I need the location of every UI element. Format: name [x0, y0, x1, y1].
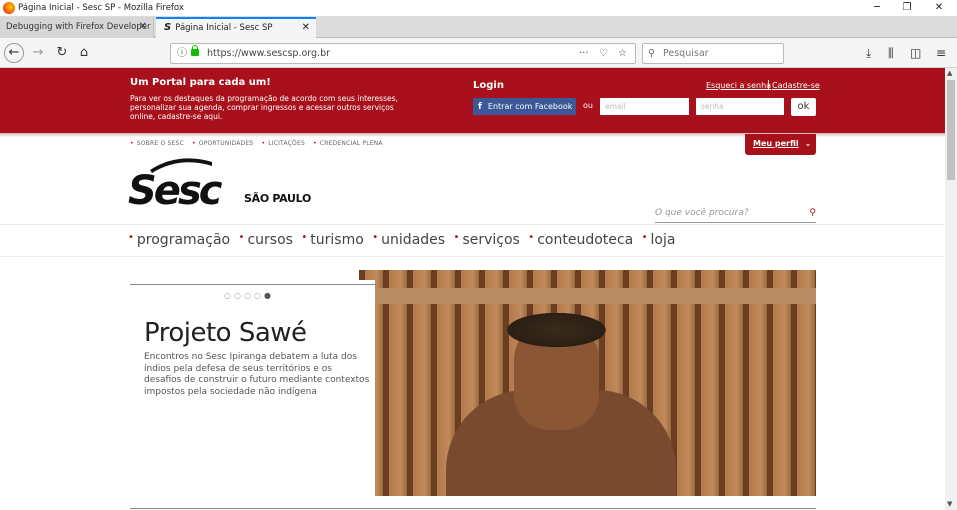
- top-link-credencial[interactable]: • CREDENCIAL PLENA: [313, 140, 383, 147]
- window-title: Página Inicial - Sesc SP - Mozilla Firef…: [18, 3, 184, 13]
- tab-label: Debugging with Firefox Developer T: [6, 22, 154, 32]
- menu-item-loja[interactable]: • loja: [642, 232, 676, 248]
- scroll-up-icon[interactable]: ▲: [947, 69, 952, 77]
- chevron-down-icon: ⌄: [804, 139, 812, 148]
- portal-description: Para ver os destaques da programação de …: [130, 94, 398, 121]
- firefox-logo-icon: [3, 2, 15, 14]
- menu-item-cursos[interactable]: • cursos: [239, 232, 293, 248]
- menu-item-unidades[interactable]: • unidades: [372, 232, 445, 248]
- facebook-login-button[interactable]: f Entrar com Facebook: [473, 98, 576, 115]
- url-text[interactable]: https://www.sescsp.org.br: [207, 44, 330, 63]
- slide-dot-active: ●: [263, 291, 274, 300]
- sesc-logo[interactable]: Sesc: [128, 154, 228, 208]
- close-tab-icon[interactable]: ✕: [139, 17, 147, 37]
- menu-item-turismo[interactable]: • turismo: [301, 232, 363, 248]
- search-placeholder: Pesquisar: [663, 48, 709, 59]
- menu-item-servicos[interactable]: • serviços: [454, 232, 520, 248]
- search-icon: ⚲: [648, 48, 655, 59]
- main-menu: • programação • cursos • turismo • unidades …: [128, 232, 679, 248]
- register-link[interactable]: Cadastre-se: [772, 81, 820, 90]
- menu-item-programacao[interactable]: • programação: [128, 232, 230, 248]
- tab-bar: Debugging with Firefox Developer T ✕ S Pá…: [0, 16, 957, 51]
- restore-icon[interactable]: ❐: [892, 0, 922, 16]
- search-icon[interactable]: ⚲: [809, 206, 816, 220]
- library-icon[interactable]: ⫼: [888, 43, 894, 63]
- site-search-placeholder: O que você procura?: [655, 208, 749, 218]
- hero-description: Encontros no Sesc Ipiranga debatem a lut…: [144, 352, 370, 397]
- svg-text:Sesc: Sesc: [128, 168, 223, 208]
- profile-label: Meu perfil: [753, 139, 799, 148]
- menu-icon[interactable]: ≡: [936, 43, 946, 63]
- forward-icon[interactable]: →: [28, 43, 48, 63]
- tab-sesc[interactable]: S Página Inicial - Sesc SP ✕: [156, 17, 316, 38]
- site-search-input[interactable]: O que você procura? ⚲: [655, 206, 816, 223]
- menu-item-conteudoteca[interactable]: • conteudoteca: [528, 232, 633, 248]
- slide-dots[interactable]: ○○○○●: [224, 291, 274, 300]
- scroll-thumb[interactable]: [947, 80, 955, 180]
- slide-dot: ○: [233, 291, 244, 300]
- search-bar[interactable]: ⚲ Pesquisar: [642, 43, 784, 64]
- close-tab-icon[interactable]: ✕: [302, 19, 310, 37]
- portal-banner: Um Portal para cada um! Para ver os dest…: [0, 68, 945, 133]
- top-link-licitacoes[interactable]: • LICITAÇÕES: [261, 140, 305, 147]
- hero-top-line: [130, 284, 376, 285]
- top-link-sobre[interactable]: • SOBRE O SESC: [130, 140, 184, 147]
- top-link-oportunidades[interactable]: • OPORTUNIDADES: [192, 140, 253, 147]
- reload-icon[interactable]: ↻: [52, 43, 72, 63]
- portal-title: Um Portal para cada um!: [130, 77, 271, 88]
- hero-image[interactable]: [359, 270, 816, 496]
- page-actions-icon[interactable]: ···: [579, 44, 589, 63]
- bookmark-star-icon[interactable]: ☆: [618, 44, 627, 63]
- sidebar-icon[interactable]: ◫: [910, 43, 921, 63]
- tab-label: Página Inicial - Sesc SP: [175, 23, 273, 33]
- divider: [0, 256, 945, 257]
- pocket-icon[interactable]: ♡: [599, 44, 608, 63]
- feather-headdress: [499, 310, 614, 350]
- password-input[interactable]: senha: [696, 98, 784, 115]
- top-links: • SOBRE O SESC • OPORTUNIDADES • LICITAÇÕES…: [130, 140, 389, 147]
- info-icon[interactable]: ⓘ: [177, 44, 187, 63]
- divider: [130, 508, 816, 509]
- home-icon[interactable]: ⌂: [74, 43, 94, 63]
- back-icon[interactable]: ←: [4, 43, 24, 63]
- url-bar[interactable]: ⓘ https://www.sescsp.org.br ··· ♡ ☆: [170, 43, 636, 64]
- window-titlebar: Página Inicial - Sesc SP - Mozilla Firef…: [0, 0, 957, 16]
- minimize-icon[interactable]: ─: [862, 0, 892, 16]
- login-ok-button[interactable]: ok: [791, 98, 816, 116]
- link-separator: |: [767, 80, 771, 90]
- forgot-password-link[interactable]: Esqueci a senha: [706, 81, 771, 90]
- region-label: SÃO PAULO: [244, 192, 312, 205]
- hero-title[interactable]: Projeto Sawé: [144, 318, 307, 348]
- tab-debugging[interactable]: Debugging with Firefox Developer T ✕: [0, 17, 154, 38]
- sesc-favicon-icon: S: [164, 22, 172, 33]
- scrollbar[interactable]: ▲ ▼: [945, 68, 957, 510]
- divider: [0, 224, 945, 225]
- login-title: Login: [473, 80, 504, 91]
- slide-dot: ○: [253, 291, 264, 300]
- scroll-down-icon[interactable]: ▼: [947, 500, 952, 508]
- downloads-icon[interactable]: ⤓: [866, 43, 871, 63]
- email-input[interactable]: email: [600, 98, 689, 115]
- slide-dot: ○: [224, 291, 234, 300]
- web-page: Um Portal para cada um! Para ver os dest…: [0, 68, 945, 510]
- navigation-toolbar: ← → ↻ ⌂ ⓘ https://www.sescsp.org.br ··· …: [0, 38, 957, 68]
- close-window-icon[interactable]: ✕: [924, 0, 954, 16]
- facebook-icon: f: [478, 102, 482, 112]
- or-label: ou: [583, 101, 593, 110]
- lock-icon: [191, 45, 199, 56]
- slide-dot: ○: [243, 291, 254, 300]
- my-profile-button[interactable]: Meu perfil ⌄: [745, 134, 816, 155]
- facebook-label: Entrar com Facebook: [487, 102, 573, 111]
